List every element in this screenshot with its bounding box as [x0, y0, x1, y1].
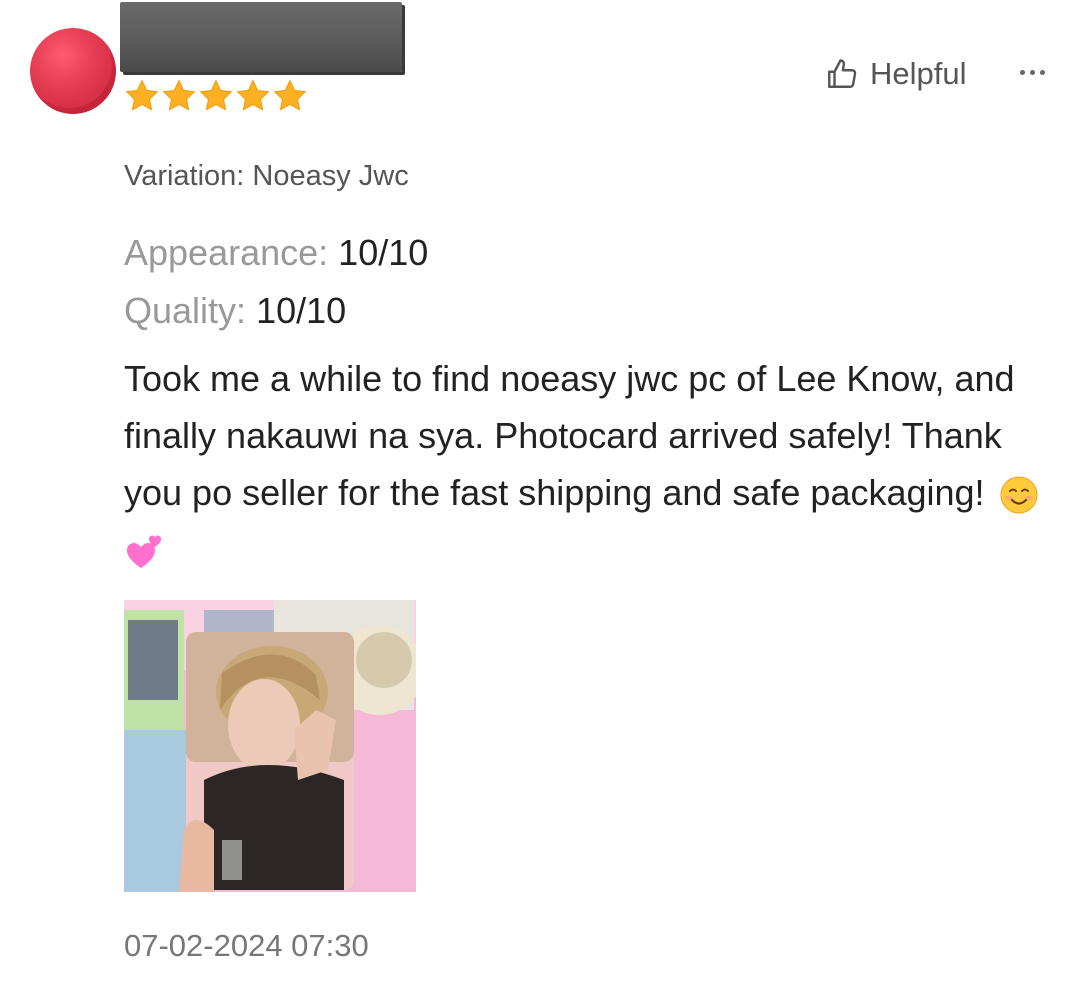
- appearance-value: 10/10: [338, 232, 429, 273]
- appearance-rating: Appearance: 10/10: [124, 232, 428, 274]
- smiling-face-icon: [999, 475, 1039, 515]
- thumbs-up-outline-icon: [824, 56, 860, 92]
- more-options-button[interactable]: [1012, 56, 1052, 88]
- review-photo[interactable]: [124, 600, 416, 892]
- reviewer-avatar[interactable]: [30, 28, 116, 114]
- star-icon: [161, 78, 198, 114]
- star-rating: [124, 78, 309, 114]
- review-body: Took me a while to find noeasy jwc pc of…: [124, 350, 1054, 578]
- appearance-label: Appearance:: [124, 232, 329, 273]
- star-icon: [272, 78, 309, 114]
- review-timestamp: 07-02-2024 07:30: [124, 928, 369, 963]
- more-horizontal-icon: [1019, 69, 1025, 75]
- quality-label: Quality:: [124, 290, 247, 331]
- star-icon: [198, 78, 235, 114]
- quality-value: 10/10: [256, 290, 347, 331]
- star-icon: [235, 78, 272, 114]
- helpful-label: Helpful: [870, 56, 967, 91]
- variation-text: Variation: Noeasy Jwc: [124, 160, 409, 192]
- two-hearts-icon: [124, 532, 164, 572]
- quality-rating: Quality: 10/10: [124, 290, 346, 332]
- review-text: Took me a while to find noeasy jwc pc of…: [124, 358, 1015, 513]
- reviewer-name-redacted: [120, 2, 402, 72]
- star-icon: [124, 78, 161, 114]
- helpful-button[interactable]: Helpful: [824, 52, 967, 96]
